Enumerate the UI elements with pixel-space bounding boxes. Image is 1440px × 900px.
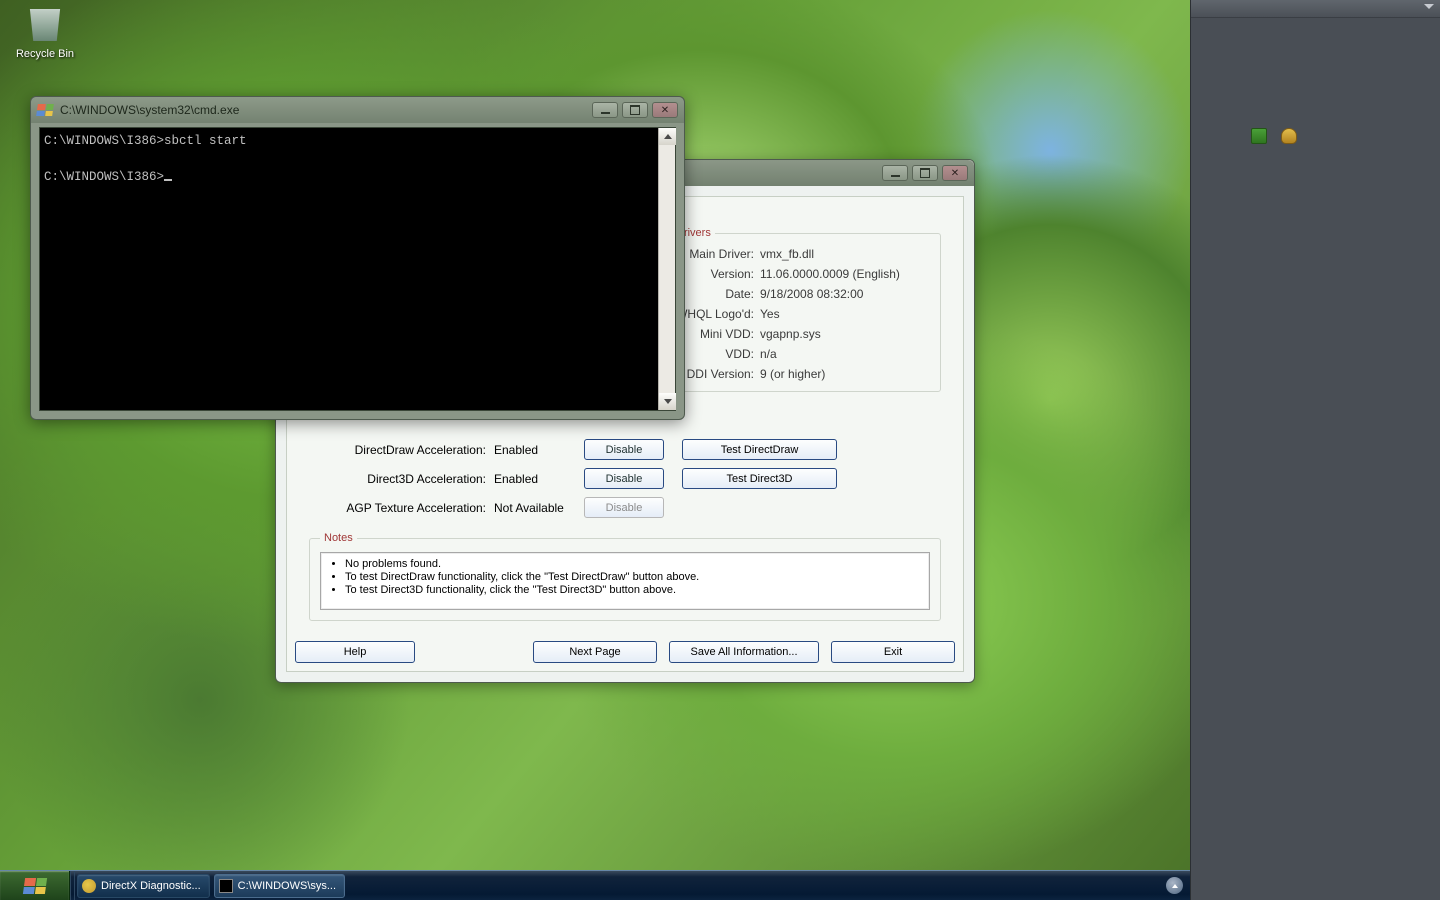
version-label: Version:: [672, 267, 760, 281]
windows-flag-icon: [36, 104, 54, 116]
ddraw-disable-button[interactable]: Disable: [584, 439, 664, 460]
cmd-window: C:\WINDOWS\system32\cmd.exe C:\WINDOWS\I…: [30, 96, 685, 420]
agp-disable-button: Disable: [584, 497, 664, 518]
cmd-titlebar[interactable]: C:\WINDOWS\system32\cmd.exe: [31, 97, 684, 123]
whql-value: Yes: [760, 307, 930, 321]
ddraw-accel-label: DirectDraw Acceleration:: [309, 443, 494, 457]
d3d-accel-label: Direct3D Acceleration:: [309, 472, 494, 486]
scroll-up-button[interactable]: [659, 128, 676, 145]
close-button[interactable]: [942, 165, 968, 181]
vdd-label: VDD:: [672, 347, 760, 361]
whql-label: WHQL Logo'd:: [672, 307, 760, 321]
vdd-value: n/a: [760, 347, 930, 361]
test-directdraw-button[interactable]: Test DirectDraw: [682, 439, 837, 460]
minimize-button[interactable]: [592, 102, 618, 118]
minivdd-value: vgapnp.sys: [760, 327, 930, 341]
main-driver-value: vmx_fb.dll: [760, 247, 930, 261]
tray-network-icon[interactable]: [1251, 128, 1267, 144]
note-item: To test DirectDraw functionality, click …: [345, 571, 923, 583]
next-page-button[interactable]: Next Page: [533, 641, 657, 663]
taskbar-expand-button[interactable]: [1166, 877, 1183, 894]
taskbar-item-label: C:\WINDOWS\sys...: [238, 880, 336, 892]
notes-text: No problems found. To test DirectDraw fu…: [320, 552, 930, 610]
notes-group: Notes No problems found. To test DirectD…: [309, 532, 941, 621]
d3d-disable-button[interactable]: Disable: [584, 468, 664, 489]
note-item: No problems found.: [345, 558, 923, 570]
save-all-button[interactable]: Save All Information...: [669, 641, 819, 663]
ddi-value: 9 (or higher): [760, 367, 930, 381]
agp-accel-value: Not Available: [494, 501, 584, 515]
taskbar: DirectX Diagnostic... C:\WINDOWS\sys...: [0, 870, 1190, 900]
maximize-button[interactable]: [622, 102, 648, 118]
side-panel: [1190, 0, 1440, 900]
date-value: 9/18/2008 08:32:00: [760, 287, 930, 301]
notes-legend: Notes: [320, 532, 357, 544]
taskbar-item-label: DirectX Diagnostic...: [101, 880, 201, 892]
tray-key-icon[interactable]: [1281, 128, 1297, 144]
directx-features: DirectDraw Acceleration: Enabled Disable…: [309, 435, 941, 522]
cmd-client-area[interactable]: C:\WINDOWS\I386>sbctl start C:\WINDOWS\I…: [39, 127, 676, 411]
cmd-scrollbar[interactable]: [658, 128, 675, 410]
side-panel-topbar[interactable]: [1191, 0, 1440, 18]
drivers-group: Drivers Main Driver: vmx_fb.dll Version:…: [661, 227, 941, 392]
d3d-accel-value: Enabled: [494, 472, 584, 486]
help-button[interactable]: Help: [295, 641, 415, 663]
ddi-label: DDI Version:: [672, 367, 760, 381]
scroll-down-button[interactable]: [659, 393, 676, 410]
maximize-button[interactable]: [912, 165, 938, 181]
version-value: 11.06.0000.0009 (English): [760, 267, 930, 281]
taskbar-item-dxdiag[interactable]: DirectX Diagnostic...: [77, 874, 210, 898]
minimize-button[interactable]: [882, 165, 908, 181]
cmd-output: C:\WINDOWS\I386>sbctl start C:\WINDOWS\I…: [44, 132, 657, 186]
windows-flag-icon: [22, 878, 46, 894]
agp-accel-label: AGP Texture Acceleration:: [309, 501, 494, 515]
test-direct3d-button[interactable]: Test Direct3D: [682, 468, 837, 489]
start-button[interactable]: [0, 871, 70, 900]
close-button[interactable]: [652, 102, 678, 118]
chevron-down-icon: [1424, 4, 1434, 9]
exit-button[interactable]: Exit: [831, 641, 955, 663]
cmd-icon: [219, 879, 233, 893]
recycle-bin[interactable]: Recycle Bin: [10, 4, 80, 60]
minivdd-label: Mini VDD:: [672, 327, 760, 341]
date-label: Date:: [672, 287, 760, 301]
main-driver-label: Main Driver:: [672, 247, 760, 261]
taskbar-item-cmd[interactable]: C:\WINDOWS\sys...: [214, 874, 345, 898]
cmd-title: C:\WINDOWS\system32\cmd.exe: [60, 103, 239, 117]
note-item: To test Direct3D functionality, click th…: [345, 584, 923, 596]
recycle-bin-label: Recycle Bin: [10, 48, 80, 60]
ddraw-accel-value: Enabled: [494, 443, 584, 457]
dxdiag-icon: [82, 879, 96, 893]
recycle-bin-icon: [24, 4, 66, 46]
cursor-icon: [164, 179, 172, 181]
taskbar-separator: [70, 871, 75, 900]
dxdiag-bottom-buttons: Help Next Page Save All Information... E…: [295, 641, 955, 663]
